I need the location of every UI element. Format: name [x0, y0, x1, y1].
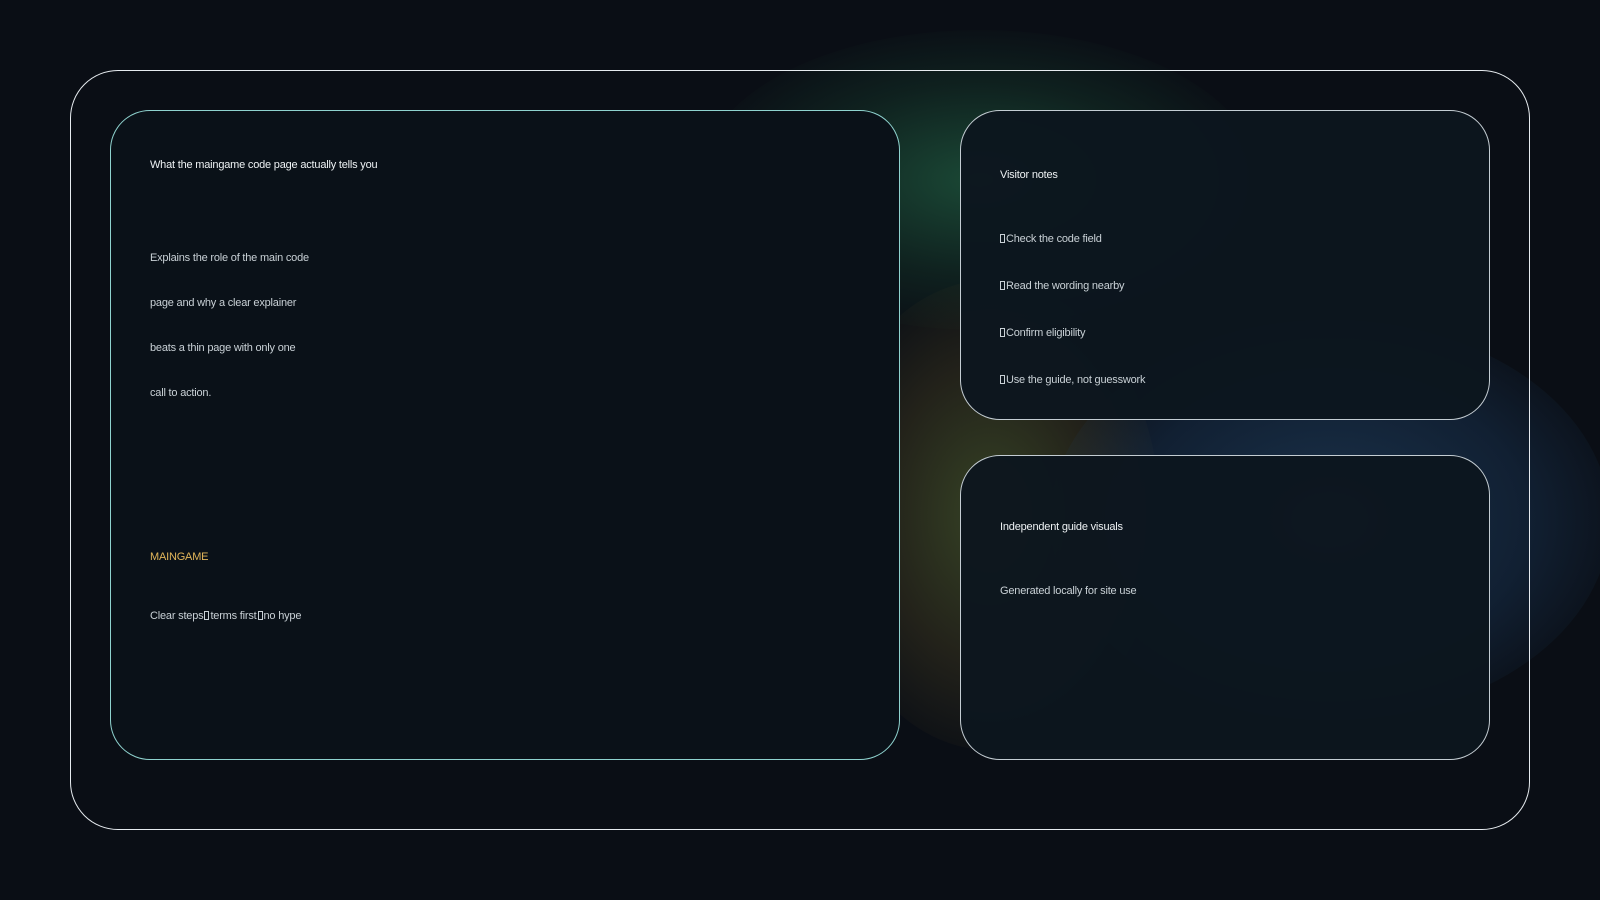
- description-line-3: beats a thin page with only one: [150, 342, 296, 354]
- guide-visuals-caption: Generated locally for site use: [1000, 585, 1137, 597]
- tagline-part-1: Clear steps: [150, 610, 204, 622]
- visitor-notes-title: Visitor notes: [1000, 169, 1058, 181]
- tagline: Clear steps terms first no hype: [150, 610, 301, 622]
- description-line-1: Explains the role of the main code: [150, 252, 309, 264]
- note-item: Confirm eligibility: [1000, 327, 1086, 339]
- guide-visuals-card: Independent guide visuals Generated loca…: [960, 455, 1490, 760]
- tagline-part-2: terms first: [210, 610, 257, 622]
- description-line-4: call to action.: [150, 387, 212, 399]
- note-item-label: Use the guide, not guesswork: [1006, 374, 1146, 386]
- note-item-label: Confirm eligibility: [1006, 327, 1086, 339]
- main-explainer-card: What the maingame code page actually tel…: [110, 110, 900, 760]
- main-card-title: What the maingame code page actually tel…: [150, 159, 378, 171]
- description-line-2: page and why a clear explainer: [150, 297, 297, 309]
- note-item: Use the guide, not guesswork: [1000, 374, 1146, 386]
- note-item-label: Check the code field: [1006, 233, 1102, 245]
- note-item-label: Read the wording nearby: [1006, 280, 1125, 292]
- note-item: Check the code field: [1000, 233, 1102, 245]
- bullet-icon: [1000, 328, 1005, 337]
- guide-visuals-title: Independent guide visuals: [1000, 521, 1123, 533]
- tagline-part-3: no hype: [263, 610, 302, 622]
- separator-glyph-icon: [257, 611, 263, 620]
- bullet-icon: [1000, 281, 1005, 290]
- separator-glyph-icon: [204, 611, 210, 620]
- bullet-icon: [1000, 234, 1005, 243]
- visitor-notes-card: Visitor notes Check the code field Read …: [960, 110, 1490, 420]
- brand-label: MAINGAME: [150, 551, 209, 563]
- page-canvas: What the maingame code page actually tel…: [0, 0, 1600, 900]
- bullet-icon: [1000, 375, 1005, 384]
- note-item: Read the wording nearby: [1000, 280, 1125, 292]
